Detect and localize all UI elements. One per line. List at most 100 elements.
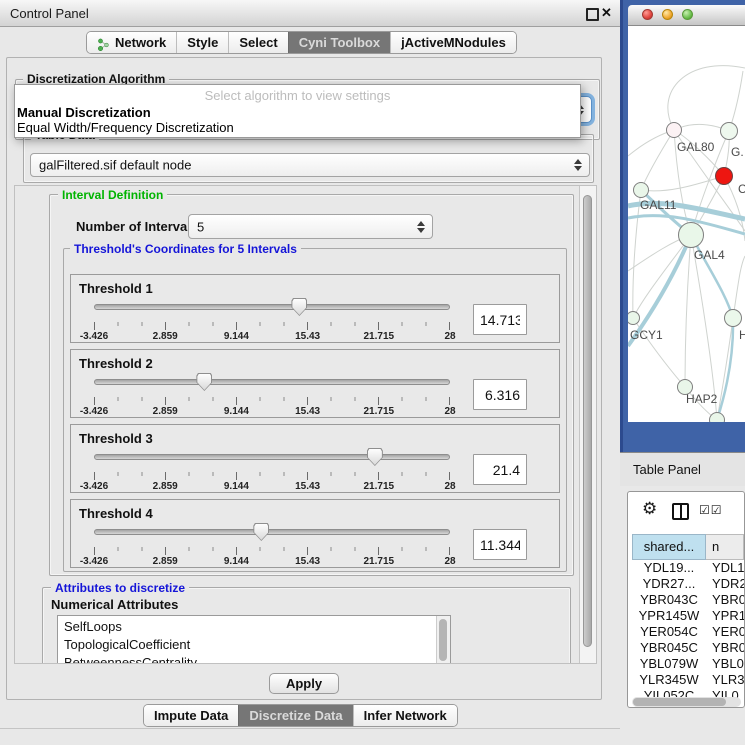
slider-handle[interactable] [367, 448, 383, 466]
table-horizontal-scrollbar[interactable] [632, 697, 741, 707]
scrollbar-thumb[interactable] [633, 698, 726, 706]
minimize-traffic-light-icon[interactable] [662, 9, 673, 20]
zoom-traffic-light-icon[interactable] [682, 9, 693, 20]
threshold-value-input[interactable] [473, 529, 527, 560]
threshold-value-input[interactable] [473, 304, 527, 335]
number-of-intervals-combobox[interactable]: 5 [188, 214, 433, 239]
tick-label: -3.426 [80, 556, 108, 567]
split-columns-icon[interactable] [672, 503, 689, 520]
table-row[interactable]: YBL079W YBL0 [632, 656, 744, 672]
table-cell: YBR043C [632, 592, 706, 608]
number-of-intervals-value: 5 [197, 219, 204, 234]
slider-track[interactable] [94, 454, 450, 460]
tick-label: 15.43 [295, 331, 320, 342]
threshold-value-input[interactable] [473, 454, 527, 485]
column-header-name[interactable]: n [706, 534, 744, 560]
slider-ticks [94, 322, 450, 330]
slider-handle-face [292, 299, 306, 315]
network-icon [97, 36, 110, 49]
threshold-label: Threshold 3 [79, 431, 153, 446]
table-panel-bar: Table Panel [620, 452, 745, 486]
algorithm-option[interactable]: Manual Discretization [15, 105, 580, 120]
close-icon[interactable]: ✕ [601, 5, 612, 20]
network-node[interactable] [633, 182, 649, 198]
table-cell: YER0 [706, 624, 744, 640]
settings-vertical-scrollbar[interactable] [579, 186, 596, 663]
algorithm-option[interactable]: Equal Width/Frequency Discretization [15, 120, 580, 135]
table-data-combobox[interactable]: galFiltered.sif default node [30, 153, 590, 177]
network-node[interactable] [724, 309, 742, 327]
attributes-list-scrollbar[interactable] [436, 616, 450, 664]
combo-spinner-icon [574, 159, 582, 171]
table-cell: YBR045C [632, 640, 706, 656]
cyni-mode-tab[interactable]: Impute Data [144, 705, 238, 726]
scrollbar-thumb[interactable] [583, 195, 592, 647]
tick-label: 28 [444, 331, 455, 342]
tick-label: 21.715 [364, 481, 395, 492]
tab-label: Infer Network [364, 705, 447, 726]
slider-track[interactable] [94, 529, 450, 535]
threshold-slider[interactable]: -3.426 2.859 9.144 15.43 21. [94, 297, 450, 343]
close-traffic-light-icon[interactable] [642, 9, 653, 20]
threshold-panel: Threshold 2 [70, 349, 560, 418]
network-canvas[interactable]: GAL80 G. C GAL11 GAL4 GCY1 H HAP2 [628, 26, 745, 422]
control-panel-tab[interactable]: Cyni Toolbox [288, 32, 390, 53]
numerical-attributes-label: Numerical Attributes [51, 597, 178, 612]
threshold-slider[interactable]: -3.426 2.859 9.144 15.43 21. [94, 522, 450, 568]
apply-button[interactable]: Apply [269, 673, 339, 694]
tick-label: 21.715 [364, 331, 395, 342]
network-node-label: HAP2 [686, 392, 717, 406]
table-row[interactable]: YPR145W YPR1 [632, 608, 744, 624]
network-node[interactable] [709, 412, 725, 422]
table-row[interactable]: YBR043C YBR0 [632, 592, 744, 608]
float-window-icon[interactable] [586, 8, 599, 21]
gear-icon[interactable]: ⚙ [642, 500, 657, 517]
network-node[interactable] [678, 222, 704, 248]
slider-track[interactable] [94, 379, 450, 385]
attribute-list-item[interactable]: BetweennessCentrality [58, 654, 450, 664]
network-node-label: H [739, 328, 745, 342]
threshold-panel: Threshold 4 [70, 499, 560, 568]
network-node[interactable] [720, 122, 738, 140]
threshold-value-input[interactable] [473, 379, 527, 410]
network-node-label: GAL11 [640, 198, 676, 212]
table-row[interactable]: YLR345W YLR3 [632, 672, 744, 688]
slider-track[interactable] [94, 304, 450, 310]
select-columns-icon[interactable]: ☑☑ [699, 503, 723, 517]
tick-label: 15.43 [295, 556, 320, 567]
attribute-list-item[interactable]: TopologicalCoefficient [58, 636, 450, 654]
number-of-intervals-label: Number of Intervals [76, 219, 198, 234]
network-node[interactable] [666, 122, 682, 138]
table-row[interactable]: YDR27... YDR2 [632, 576, 744, 592]
cyni-mode-tab[interactable]: Discretize Data [238, 705, 352, 726]
control-panel-tab[interactable]: jActiveMNodules [390, 32, 516, 53]
table-row[interactable]: YBR045C YBR0 [632, 640, 744, 656]
attribute-list-item[interactable]: SelfLoops [58, 618, 450, 636]
table-row[interactable]: YER054C YER0 [632, 624, 744, 640]
scrollbar-thumb[interactable] [439, 619, 447, 661]
threshold-slider[interactable]: -3.426 2.859 9.144 15.43 21. [94, 372, 450, 418]
network-node-label: GCY1 [630, 328, 663, 342]
numerical-attributes-list[interactable]: SelfLoops TopologicalCoefficient Between… [57, 615, 451, 664]
threshold-slider[interactable]: -3.426 2.859 9.144 15.43 21. [94, 447, 450, 493]
tick-label: 21.715 [364, 406, 395, 417]
network-node[interactable] [715, 167, 733, 185]
column-header-shared[interactable]: shared... [632, 534, 706, 560]
attributes-group-title: Attributes to discretize [51, 581, 189, 595]
slider-handle[interactable] [253, 523, 269, 541]
tab-label: jActiveMNodules [401, 32, 506, 53]
tick-label: 9.144 [224, 481, 249, 492]
cyni-mode-tab[interactable]: Infer Network [353, 705, 457, 726]
tab-label: Impute Data [154, 705, 228, 726]
slider-handle[interactable] [291, 298, 307, 316]
slider-handle-face [197, 374, 211, 390]
tick-label: -3.426 [80, 481, 108, 492]
table-body: YDL19... YDL1 YDR27... YDR2 YBR043C YBR0… [632, 560, 744, 698]
slider-handle[interactable] [196, 373, 212, 391]
control-panel-tab[interactable]: Select [228, 32, 287, 53]
tick-label: -3.426 [80, 406, 108, 417]
table-row[interactable]: YDL19... YDL1 [632, 560, 744, 576]
table-panel-title: Table Panel [633, 462, 701, 477]
control-panel-tab[interactable]: Style [176, 32, 228, 53]
control-panel-tab[interactable]: Network [87, 32, 176, 53]
